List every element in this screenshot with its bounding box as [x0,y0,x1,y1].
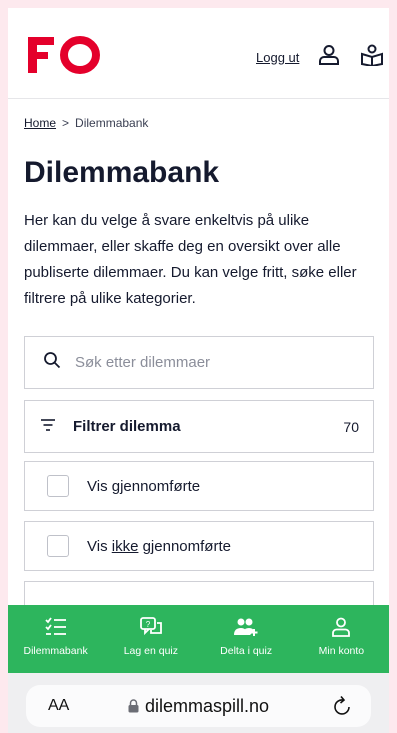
url-display[interactable]: dilemmaspill.no [26,696,371,717]
nav-label: Delta i quiz [220,645,273,657]
breadcrumb-current: Dilemmabank [75,116,149,130]
checkbox[interactable] [47,535,69,557]
checkbox[interactable] [47,475,69,497]
fo-logo-icon [28,36,100,74]
checkbox-show-done[interactable]: Vis gjennomførte [24,461,374,511]
search-input[interactable] [73,353,357,372]
address-bar[interactable]: AA dilemmaspill.no [26,685,371,727]
nav-label: Lag en quiz [123,645,179,657]
user-icon [332,617,351,637]
page-title: Dilemmabank [24,156,220,189]
nav-label: Dilemmabank [23,645,88,657]
quiz-chat-icon: ? [139,617,162,636]
nav-item-dilemmabank[interactable]: Dilemmabank [8,605,103,673]
user-icon[interactable] [318,44,340,71]
search-icon [43,351,61,374]
filter-count: 70 [343,418,359,435]
search-box[interactable] [24,336,374,389]
page: FO Logg ut Home > Dilemmabank Dilemmaban… [8,8,389,733]
nav-item-lag-en-quiz[interactable]: ? Lag en quiz [103,605,198,673]
url-text: dilemmaspill.no [144,695,270,716]
logo[interactable]: FO [28,36,100,74]
svg-text:?: ? [146,620,151,629]
users-add-icon [234,618,258,636]
checkbox-label: Vis ikke gjennomførte [87,537,231,555]
filter-label: Filtrer dilemma [73,418,181,435]
checkbox-show-not-done[interactable]: Vis ikke gjennomførte [24,521,374,571]
breadcrumb-home[interactable]: Home [24,116,56,130]
nav-label: Min konto [318,645,365,657]
logout-link[interactable]: Logg ut [256,50,299,65]
gift-book-icon[interactable] [360,44,384,71]
filter-dropdown[interactable]: Filtrer dilemma 70 [24,400,374,453]
browser-bar: AA dilemmaspill.no [8,673,389,733]
filter-icon [41,418,55,436]
breadcrumb-separator-icon: > [62,116,70,130]
checkbox-label: Vis gjennomførte [87,477,201,495]
reload-icon[interactable] [333,695,353,722]
nav-item-delta-i-quiz[interactable]: Delta i quiz [199,605,294,673]
bottom-nav: Dilemmabank ? Lag en quiz Delta i quiz M… [8,605,389,673]
lock-icon [128,699,139,713]
checklist-icon [44,617,66,635]
breadcrumb: Home > Dilemmabank [24,116,148,130]
nav-item-min-konto[interactable]: Min konto [294,605,389,673]
header: FO Logg ut [8,8,389,99]
page-intro: Her kan du velge å svare enkeltvis på ul… [24,212,357,307]
